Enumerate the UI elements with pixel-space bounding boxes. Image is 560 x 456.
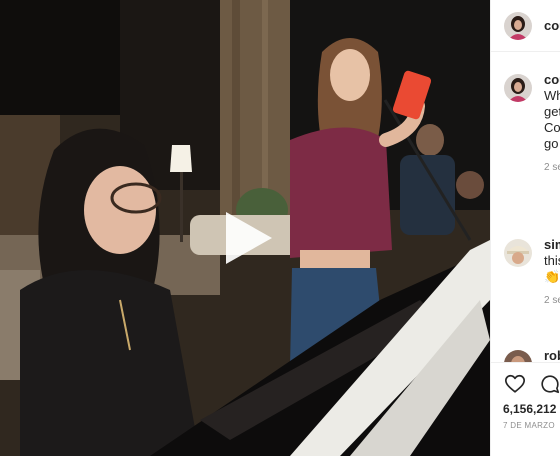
video-player[interactable] <box>0 0 490 456</box>
comment-line: Wh <box>544 88 560 103</box>
comment-button[interactable] <box>539 373 560 400</box>
caption-comment: cou Wh get Coi go 2 se <box>504 72 560 176</box>
instagram-post: cou cou Wh get Coi go 2 se sim this 👏 <box>0 0 560 456</box>
comment-username[interactable]: cou <box>544 72 560 87</box>
heart-icon <box>505 374 525 393</box>
post-date: 7 DE MARZO <box>503 421 555 430</box>
commenter-avatar[interactable] <box>504 239 532 267</box>
comment-line: go <box>544 136 559 151</box>
comment-body: cou Wh get Coi go 2 se <box>544 72 560 176</box>
commenter-avatar[interactable] <box>504 74 532 102</box>
comment-username[interactable]: sim <box>544 237 560 252</box>
post-sidebar: cou cou Wh get Coi go 2 se sim this 👏 <box>490 0 560 456</box>
comment-body: sim this 👏 2 se <box>544 237 560 309</box>
play-icon <box>226 212 272 264</box>
comment-line: get <box>544 104 560 119</box>
comment-time: 2 se <box>544 162 560 173</box>
comment-time: 2 se <box>544 295 560 306</box>
comment-line: this <box>544 253 560 268</box>
like-count[interactable]: 6,156,212 re <box>503 402 560 416</box>
speech-bubble-icon <box>541 375 560 394</box>
comment: sim this 👏 2 se <box>504 237 560 309</box>
author-avatar[interactable] <box>504 11 532 40</box>
author-username[interactable]: cou <box>544 18 560 33</box>
comment-line: 👏 <box>544 269 560 284</box>
comment-line: Coi <box>544 120 560 135</box>
post-header: cou <box>491 0 560 52</box>
comment-username[interactable]: rob <box>544 348 560 363</box>
play-button[interactable] <box>220 210 276 266</box>
like-button[interactable] <box>504 373 526 400</box>
